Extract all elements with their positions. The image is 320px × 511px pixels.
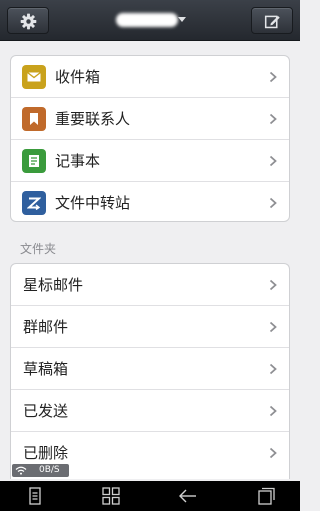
chevron-down-icon[interactable] (178, 17, 186, 22)
top-bar (0, 0, 300, 41)
note-icon (22, 149, 46, 173)
chevron-right-icon (269, 321, 277, 333)
gear-icon (20, 13, 37, 30)
chevron-right-icon (269, 155, 277, 167)
main-mailbox-list: 收件箱 重要联系人 记事本 文件中转站 (10, 55, 290, 222)
transfer-icon (22, 191, 46, 215)
settings-button[interactable] (7, 7, 49, 34)
network-speed-indicator: 0B/S (12, 464, 69, 477)
folder-list: 星标邮件 群邮件 草稿箱 已发送 已删除 (10, 263, 290, 479)
chevron-right-icon (269, 113, 277, 125)
section-title-folders: 文件夹 (20, 242, 57, 256)
network-speed-text: 0B/S (39, 465, 60, 475)
compose-button[interactable] (251, 7, 293, 34)
list-item-label: 已删除 (23, 444, 69, 462)
list-item-label: 文件中转站 (55, 194, 131, 212)
menu-icon[interactable] (25, 487, 45, 505)
list-item-starred[interactable]: 星标邮件 (11, 264, 289, 306)
chevron-right-icon (269, 71, 277, 83)
back-icon[interactable] (178, 487, 198, 505)
list-item-label: 记事本 (55, 152, 101, 170)
list-item-notepad[interactable]: 记事本 (11, 140, 289, 182)
list-item-sent[interactable]: 已发送 (11, 390, 289, 432)
list-item-label: 收件箱 (55, 68, 101, 86)
list-item-label: 已发送 (23, 402, 69, 420)
compose-icon (264, 15, 280, 29)
bookmark-icon (22, 107, 46, 131)
list-item-label: 星标邮件 (23, 276, 84, 294)
list-item-file-transfer[interactable]: 文件中转站 (11, 182, 289, 221)
list-item-inbox[interactable]: 收件箱 (11, 56, 289, 98)
system-nav-bar (0, 481, 300, 511)
list-item-group-mail[interactable]: 群邮件 (11, 306, 289, 348)
list-item-vip-contacts[interactable]: 重要联系人 (11, 98, 289, 140)
apps-icon[interactable] (101, 487, 121, 505)
list-item-label: 群邮件 (23, 318, 69, 336)
chevron-right-icon (269, 197, 277, 209)
wifi-icon (15, 466, 27, 475)
list-item-drafts[interactable]: 草稿箱 (11, 348, 289, 390)
inbox-icon (22, 65, 46, 89)
list-item-label: 草稿箱 (23, 360, 69, 378)
list-item-label: 重要联系人 (55, 110, 131, 128)
chevron-right-icon (269, 405, 277, 417)
account-name-redacted[interactable] (116, 13, 178, 27)
recent-apps-icon[interactable] (256, 487, 276, 505)
chevron-right-icon (269, 279, 277, 291)
chevron-right-icon (269, 447, 277, 459)
chevron-right-icon (269, 363, 277, 375)
